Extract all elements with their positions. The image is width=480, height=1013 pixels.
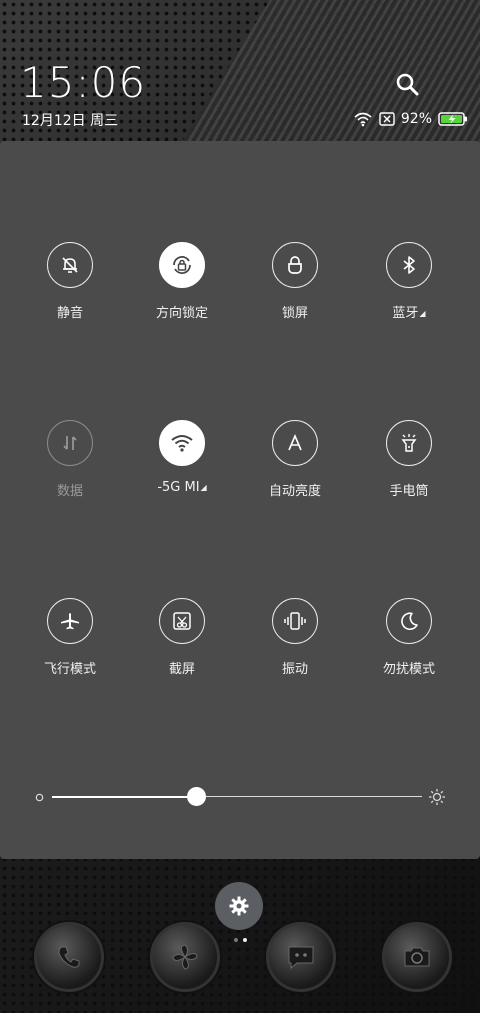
status-header: 15:06 12月12日 周三 92% (0, 0, 480, 140)
dock-messages[interactable] (266, 922, 336, 992)
expand-indicator: ◢ (419, 309, 426, 318)
messages-icon (288, 946, 314, 970)
tile-rotation-lock-button[interactable] (159, 242, 205, 288)
bell-off-icon (62, 257, 78, 273)
tile-label: 自动亮度 (268, 484, 321, 499)
brightness-track-filled (52, 796, 197, 798)
brightness-low-icon (35, 793, 44, 802)
tile-bluetooth-button[interactable] (386, 242, 432, 288)
search-icon (396, 73, 419, 96)
tile-screenshot[interactable]: 截屏 (127, 598, 237, 677)
tile-label-text: -5G MI (157, 480, 200, 495)
page-dot (234, 938, 238, 942)
flashlight-icon (401, 434, 417, 452)
brightness-track (196, 796, 422, 797)
moon-icon (401, 612, 418, 631)
tile-do-not-disturb-button[interactable] (386, 598, 432, 644)
screenshot-icon (173, 612, 191, 630)
dock-camera[interactable] (382, 922, 452, 992)
tile-label: -5G MI◢ (127, 480, 237, 495)
tile-wifi[interactable]: -5G MI◢ (127, 420, 237, 495)
gear-icon (229, 896, 249, 916)
tile-vibrate[interactable]: 振动 (240, 598, 350, 677)
expand-indicator: ◢ (200, 483, 207, 492)
tile-label: 方向锁定 (155, 306, 208, 321)
wifi-icon (171, 435, 193, 452)
tile-airplane[interactable]: 飞行模式 (15, 598, 125, 677)
system-indicators: 92% (353, 111, 468, 127)
brightness-high-icon (429, 789, 445, 805)
tile-vibrate-button[interactable] (272, 598, 318, 644)
battery-charging-icon (438, 112, 467, 126)
no-sim-icon (379, 112, 395, 126)
tile-rotation-lock[interactable]: 方向锁定 (127, 242, 237, 321)
tile-mute[interactable]: 静音 (15, 242, 125, 321)
dock-app[interactable] (150, 922, 220, 992)
wifi-signal-icon (354, 112, 372, 127)
date: 12月12日 周三 (22, 113, 119, 129)
tile-bluetooth[interactable]: 蓝牙◢ (354, 242, 464, 321)
tile-label: 振动 (281, 662, 308, 677)
tile-label: 蓝牙◢ (354, 302, 464, 321)
tile-flashlight[interactable]: 手电筒 (354, 420, 464, 499)
tile-label: 锁屏 (281, 306, 308, 321)
auto-brightness-icon (288, 433, 302, 451)
phone-icon (58, 946, 80, 968)
bluetooth-icon (403, 256, 415, 274)
tile-mobile-data-button[interactable] (47, 420, 93, 466)
battery-percent: 92% (400, 111, 432, 127)
tile-flashlight-button[interactable] (386, 420, 432, 466)
tile-label: 静音 (56, 306, 83, 321)
lock-icon (288, 256, 302, 274)
tile-do-not-disturb[interactable]: 勿扰模式 (354, 598, 464, 677)
airplane-icon (61, 613, 79, 630)
tile-label: 勿扰模式 (382, 662, 435, 677)
tile-label: 手电筒 (389, 484, 429, 499)
page-dot-active (243, 938, 247, 942)
brightness-slider[interactable] (30, 786, 450, 808)
tile-label: 飞行模式 (43, 662, 96, 677)
dock-phone[interactable] (34, 922, 104, 992)
tile-lock-screen[interactable]: 锁屏 (240, 242, 350, 321)
tile-wifi-button[interactable] (159, 420, 205, 466)
tile-label-text: 蓝牙 (392, 306, 419, 321)
clock: 15:06 (20, 58, 147, 107)
tile-screenshot-button[interactable] (159, 598, 205, 644)
tile-mobile-data[interactable]: 数据 (15, 420, 125, 499)
tile-auto-brightness[interactable]: 自动亮度 (240, 420, 350, 499)
vibrate-icon (284, 612, 306, 630)
rotation-lock-icon (173, 256, 191, 274)
search-button[interactable] (393, 70, 421, 98)
tile-airplane-button[interactable] (47, 598, 93, 644)
camera-icon (404, 947, 430, 967)
tile-auto-brightness-button[interactable] (272, 420, 318, 466)
tile-lock-screen-button[interactable] (272, 242, 318, 288)
tile-mute-button[interactable] (47, 242, 93, 288)
mobile-data-icon (63, 436, 77, 450)
brightness-thumb[interactable] (187, 787, 207, 806)
settings-button[interactable] (215, 882, 263, 930)
tile-label: 数据 (56, 484, 83, 499)
page-indicator (234, 938, 247, 942)
app-icon (172, 944, 198, 970)
tile-label: 截屏 (168, 662, 195, 677)
